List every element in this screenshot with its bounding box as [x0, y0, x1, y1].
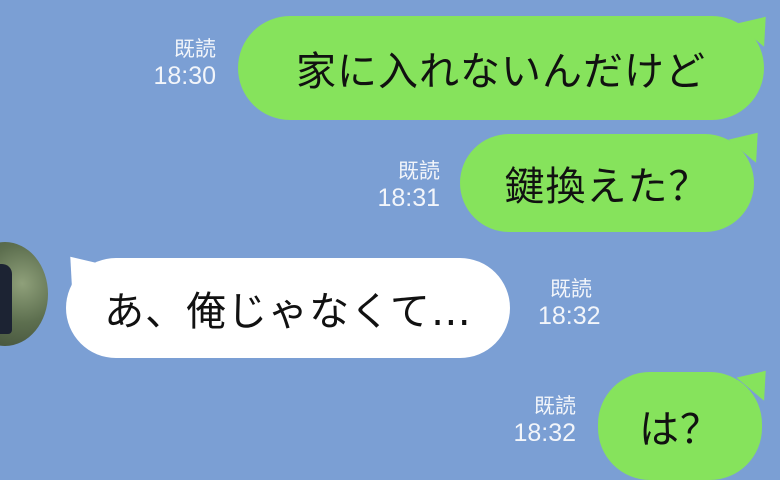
- chat-thread: 既読 18:30 家に入れないんだけど 既読 18:31 鍵換えた？ あ、俺じゃ…: [0, 0, 780, 480]
- avatar[interactable]: [0, 242, 48, 346]
- sent-message-bubble[interactable]: 鍵換えた？: [460, 134, 754, 232]
- avatar-figure: [0, 264, 12, 334]
- message-meta: 既読 18:30: [128, 38, 216, 91]
- message-text: は？: [639, 407, 721, 453]
- message-text: 家に入れないんだけど: [296, 49, 706, 95]
- message-time: 18:32: [513, 419, 576, 448]
- message-text: あ、俺じゃなくて…: [104, 289, 472, 335]
- message-meta: 既読 18:32: [488, 395, 576, 448]
- read-receipt: 既読: [550, 278, 592, 301]
- message-time: 18:32: [538, 302, 601, 331]
- message-time: 18:30: [153, 62, 216, 91]
- message-text: 鍵換えた？: [504, 164, 710, 210]
- message-meta: 既読 18:31: [352, 160, 440, 213]
- sent-message-bubble[interactable]: 家に入れないんだけど: [238, 16, 764, 120]
- read-receipt: 既読: [398, 160, 440, 183]
- received-message-bubble[interactable]: あ、俺じゃなくて…: [66, 258, 510, 358]
- read-receipt: 既読: [174, 38, 216, 61]
- message-meta: 既読 18:32: [538, 278, 638, 331]
- message-time: 18:31: [377, 184, 440, 213]
- sent-message-bubble[interactable]: は？: [598, 372, 762, 480]
- read-receipt: 既読: [534, 395, 576, 418]
